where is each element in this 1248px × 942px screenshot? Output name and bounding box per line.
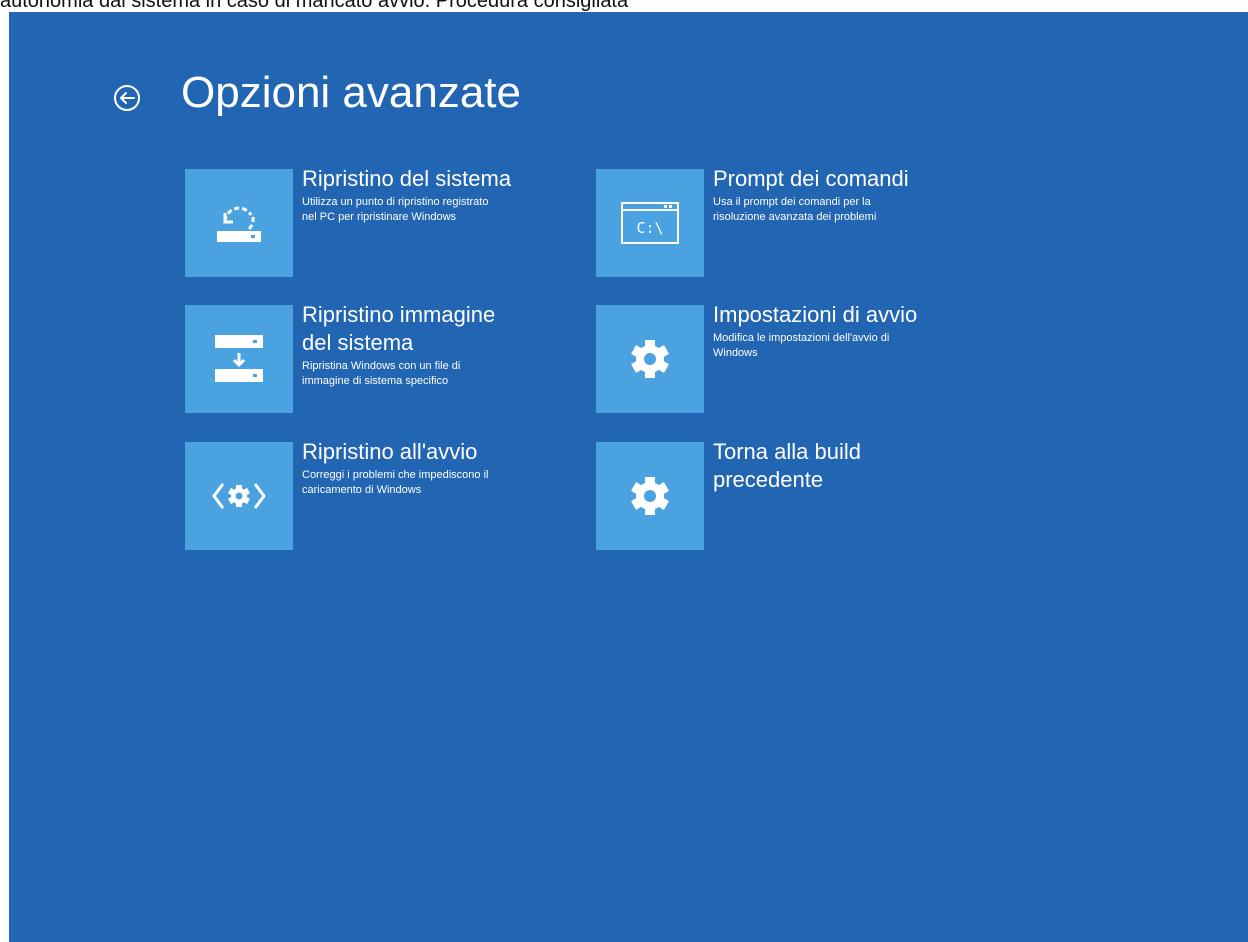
option-title: Ripristino del sistema bbox=[302, 166, 512, 191]
startup-repair-icon bbox=[212, 483, 266, 509]
option-startup-repair[interactable]: Ripristino all'avvio Correggi i problemi… bbox=[185, 439, 575, 550]
option-system-image-recovery[interactable]: Ripristino immagine del sistema Ripristi… bbox=[185, 302, 575, 413]
gear-icon bbox=[631, 340, 669, 378]
option-tile[interactable]: C:\ bbox=[596, 169, 704, 277]
back-button[interactable] bbox=[109, 80, 145, 116]
option-tile[interactable] bbox=[185, 442, 293, 550]
option-title: Prompt dei comandi bbox=[713, 166, 909, 191]
system-restore-icon bbox=[217, 206, 261, 242]
option-title: Torna alla build precedente bbox=[713, 439, 861, 492]
option-description: Correggi i problemi che impediscono il c… bbox=[302, 469, 489, 496]
advanced-options-screen: Opzioni avanzate Ripristino del sistema … bbox=[9, 12, 1248, 942]
option-system-restore[interactable]: Ripristino del sistema Utilizza un punto… bbox=[185, 166, 575, 277]
option-description: Modifica le impostazioni dell'avvio di W… bbox=[713, 332, 890, 359]
option-tile[interactable] bbox=[596, 442, 704, 550]
page-title: Opzioni avanzate bbox=[181, 68, 521, 117]
system-image-recovery-icon bbox=[215, 335, 263, 382]
back-arrow-circle-icon bbox=[114, 85, 140, 111]
option-tile[interactable] bbox=[185, 169, 293, 277]
option-description: Utilizza un punto di ripristino registra… bbox=[302, 196, 489, 223]
option-description: Ripristina Windows con un file di immagi… bbox=[302, 360, 461, 387]
command-prompt-icon: C:\ bbox=[621, 202, 679, 244]
option-title: Ripristino all'avvio bbox=[302, 439, 478, 464]
option-startup-settings[interactable]: Impostazioni di avvio Modifica le impost… bbox=[596, 302, 986, 413]
option-go-back-previous-build[interactable]: Torna alla build precedente bbox=[596, 439, 986, 550]
option-tile[interactable] bbox=[596, 305, 704, 413]
command-prompt-text: C:\ bbox=[636, 219, 663, 237]
option-command-prompt[interactable]: C:\ Prompt dei comandi Usa il prompt dei… bbox=[596, 166, 986, 277]
document-caption: autonomia dal sistema in caso di mancato… bbox=[0, 0, 629, 12]
option-description: Usa il prompt dei comandi per la risoluz… bbox=[713, 196, 877, 223]
option-tile[interactable] bbox=[185, 305, 293, 413]
gear-icon bbox=[631, 477, 669, 515]
option-title: Ripristino immagine del sistema bbox=[302, 302, 496, 355]
option-title: Impostazioni di avvio bbox=[713, 302, 918, 327]
